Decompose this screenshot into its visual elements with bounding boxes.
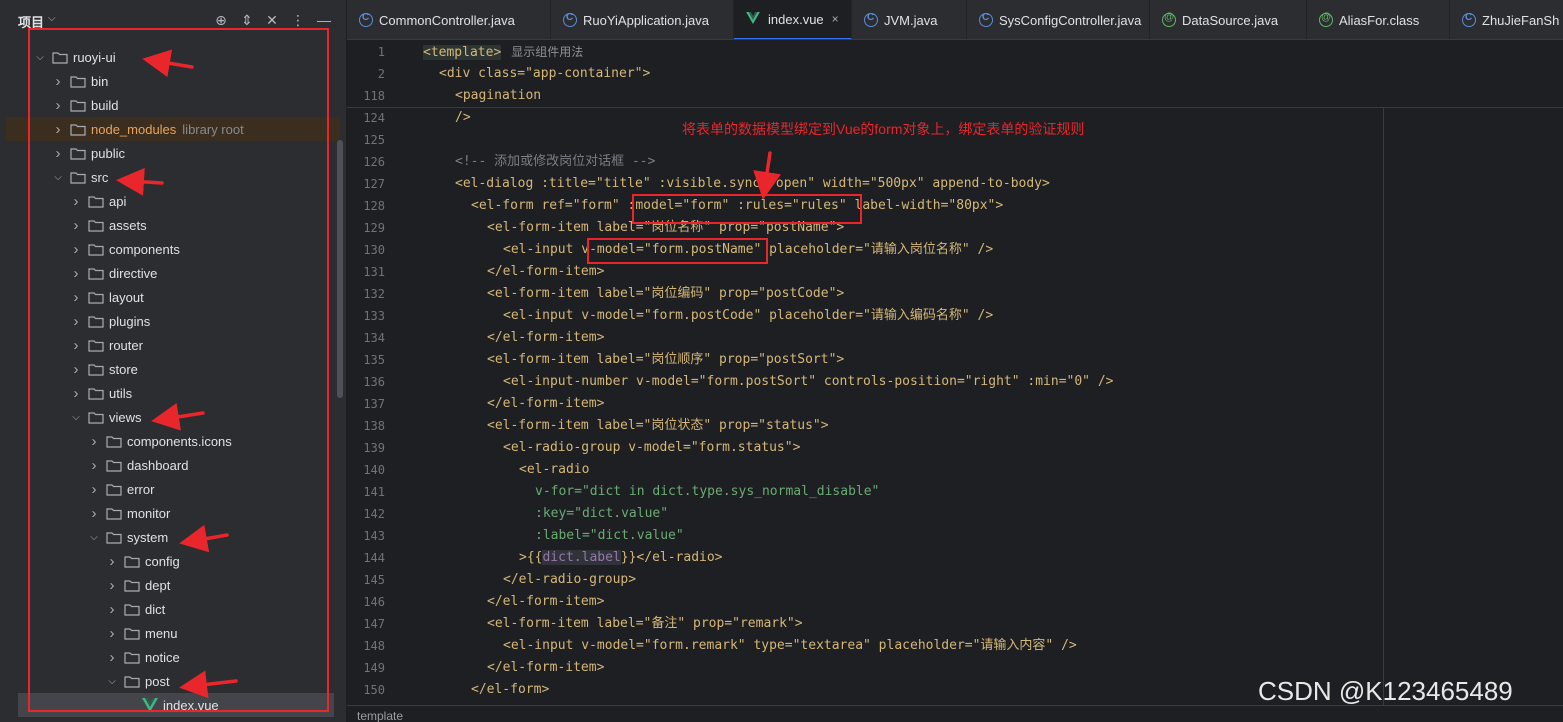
watermark: CSDN @K123465489 <box>1258 676 1513 706</box>
arrow-post <box>179 670 238 699</box>
annotation-arrows <box>116 49 781 699</box>
arrow-system <box>179 524 229 553</box>
arrow-views <box>151 402 205 431</box>
arrow-src <box>116 167 164 196</box>
arrow-ruoyi-ui <box>142 49 194 78</box>
arrow-to-model-rules <box>753 151 781 200</box>
